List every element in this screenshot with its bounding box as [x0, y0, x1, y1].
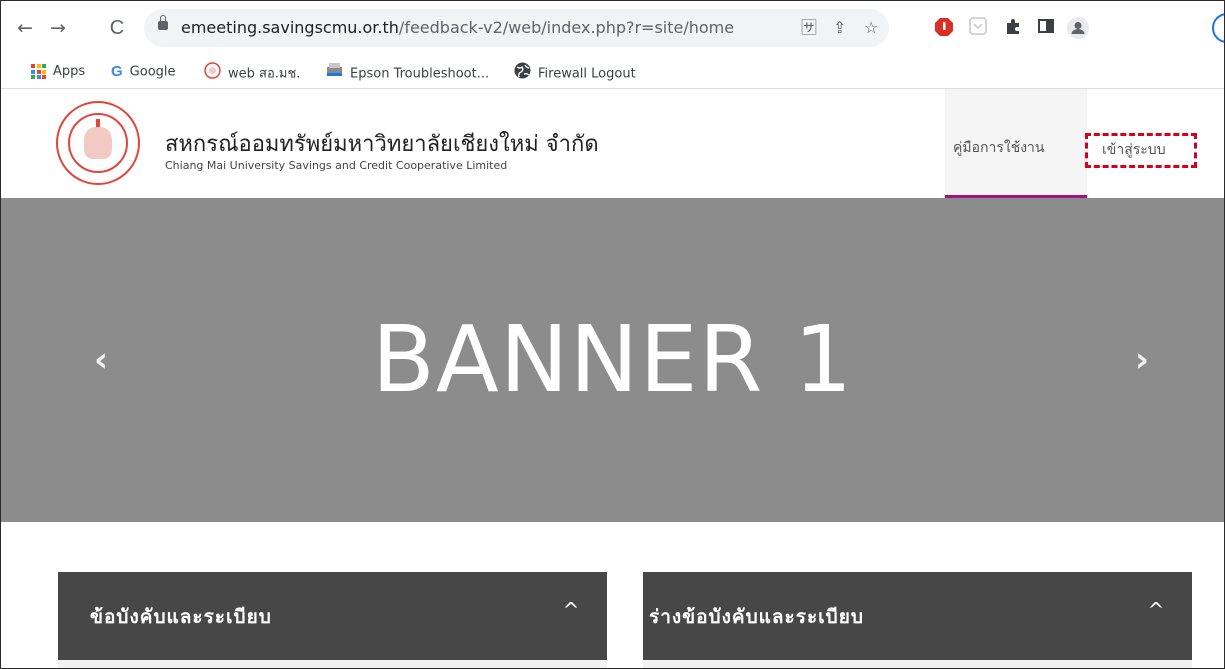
panel-draft-regulations[interactable]: ร่างข้อบังคับและระเบียบ ^: [643, 572, 1192, 660]
site-title-english[interactable]: Chiang Mai University Savings and Credit…: [165, 159, 507, 172]
sidepanel-icon[interactable]: [1035, 17, 1057, 39]
forward-icon[interactable]: →: [46, 16, 70, 40]
bookmark-firewall-label: Firewall Logout: [538, 66, 636, 82]
adblock-icon[interactable]: [933, 17, 955, 39]
bookmark-web-label: web สอ.มช.: [228, 66, 301, 82]
nav-login-label: เข้าสู่ระบบ: [1102, 142, 1166, 158]
back-icon[interactable]: ←: [13, 16, 37, 40]
bookmarks-bar: Apps G Google web สอ.มช. Epson Troublesho…: [1, 55, 1224, 89]
panel-regulations-title: ข้อบังคับและระเบียบ: [90, 606, 272, 628]
bookmark-google[interactable]: G Google: [111, 62, 176, 82]
carousel-prev-icon[interactable]: ‹: [87, 343, 115, 377]
browser-window: ← → C emeeting.savingscmu.or.th/feedback…: [0, 0, 1225, 669]
bookmark-apps-label: Apps: [53, 64, 86, 79]
url-host: emeeting.savingscmu.or.th: [181, 18, 399, 37]
pocket-icon[interactable]: [967, 17, 989, 39]
url-path: /feedback-v2/web/index.php?r=site/home: [398, 18, 735, 37]
site-logo-icon: [204, 62, 221, 86]
panel-regulations[interactable]: ข้อบังคับและระเบียบ ^: [58, 572, 607, 660]
profile-avatar-ring[interactable]: [1212, 13, 1224, 43]
address-bar[interactable]: emeeting.savingscmu.or.th/feedback-v2/we…: [144, 9, 889, 47]
nav-manual[interactable]: คู่มือการใช้งาน: [945, 89, 1087, 198]
cooperative-logo[interactable]: [56, 101, 140, 185]
globe-icon: [514, 62, 531, 86]
panel-draft-regulations-title: ร่างข้อบังคับและระเบียบ: [649, 606, 864, 628]
bookmark-google-label: Google: [129, 64, 176, 80]
apps-grid-icon: [31, 64, 46, 79]
bookmark-firewall[interactable]: Firewall Logout: [514, 62, 636, 82]
url-text[interactable]: emeeting.savingscmu.or.th/feedback-v2/we…: [181, 18, 734, 37]
banner-carousel: BANNER 1 ‹ ›: [1, 198, 1224, 522]
site-title-thai[interactable]: สหกรณ์ออมทรัพย์มหาวิทยาลัยเชียงใหม่ จำกั…: [165, 126, 599, 161]
logo-inner-ring: [68, 113, 128, 173]
bookmark-web[interactable]: web สอ.มช.: [204, 62, 300, 82]
carousel-next-icon[interactable]: ›: [1128, 343, 1156, 377]
puzzle-icon[interactable]: [1002, 17, 1024, 39]
bookmark-epson-label: Epson Troubleshoot...: [350, 66, 490, 82]
reload-icon[interactable]: C: [105, 16, 129, 40]
profile-icon[interactable]: [1067, 17, 1089, 39]
bookmark-star-icon[interactable]: ☆: [864, 18, 878, 38]
share-icon[interactable]: ⇪: [833, 18, 846, 38]
lock-icon[interactable]: [158, 15, 168, 30]
panel-regulations-body: [58, 660, 607, 668]
elephant-emblem-icon: [84, 127, 112, 159]
bookmark-epson[interactable]: Epson Troubleshoot...: [326, 62, 489, 82]
panel-draft-regulations-body: [643, 660, 1192, 668]
chevron-up-icon[interactable]: ^: [561, 600, 581, 620]
epson-icon: [326, 62, 343, 86]
nav-login[interactable]: เข้าสู่ระบบ: [1085, 89, 1201, 198]
banner-slide-text: BANNER 1: [371, 306, 854, 413]
nav-manual-label: คู่มือการใช้งาน: [953, 140, 1045, 156]
bookmark-apps[interactable]: Apps: [31, 62, 85, 82]
site-header: สหกรณ์ออมทรัพย์มหาวิทยาลัยเชียงใหม่ จำกั…: [1, 89, 1224, 198]
chevron-up-icon[interactable]: ^: [1146, 600, 1166, 620]
translate-icon[interactable]: 🈂: [801, 18, 817, 38]
browser-toolbar: ← → C emeeting.savingscmu.or.th/feedback…: [1, 1, 1224, 55]
google-icon: G: [111, 63, 123, 80]
